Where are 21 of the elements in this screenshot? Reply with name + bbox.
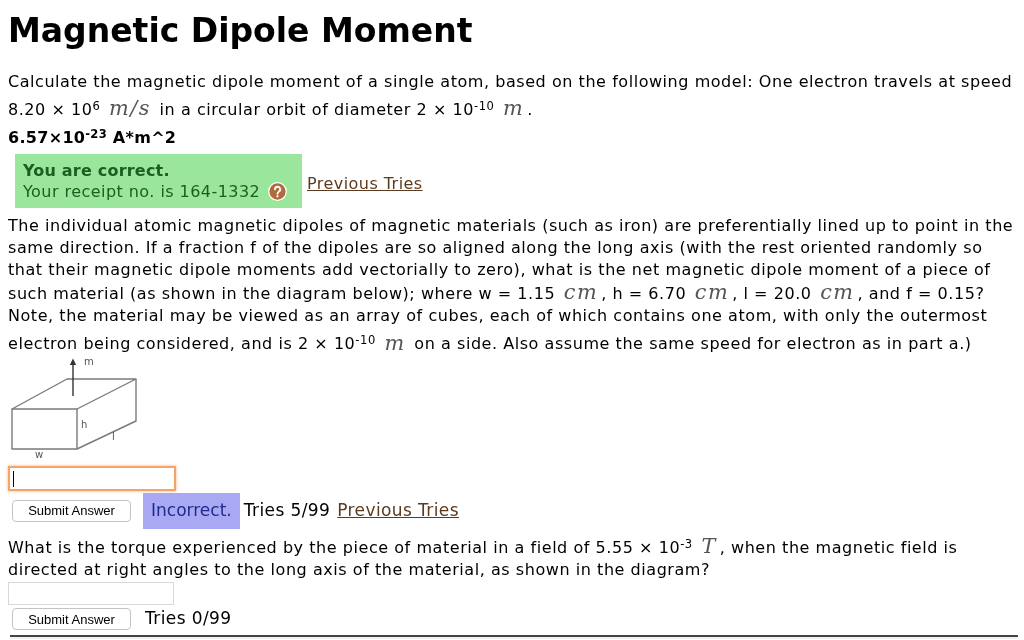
page-title: Magnetic Dipole Moment [8, 14, 474, 47]
question-text: Calculate the magnetic dipole moment of a single atom, based on the following model: One electron travels at speed 8.20 × 10$^{6}$ m/s in a circular orbit of diameter 2 × 10$^{-10}$ m. [8, 71, 1014, 122]
question-text: What is the torque experienced by the piece of material in a field of 5.55 × 10$^{-3}$ T, when the magnetic field is directed at right angles to the long axis of the material, as shown in the diagram? [8, 532, 959, 581]
diagram-label: w [35, 449, 44, 460]
help-icon[interactable] [268, 182, 288, 202]
submit-answer-button[interactable]: Submit Answer [12, 499, 131, 522]
receipt-text: Your receipt no. is 164-1332 [23, 181, 261, 203]
diagram-label: h [81, 419, 88, 430]
previous-tries-link[interactable]: Previous Tries [337, 497, 459, 524]
incorrect-feedback: Incorrect. [143, 492, 240, 529]
question-text: The individual atomic magnetic dipoles of magnetic materials (such as iron) are preferentially lined up to point in the same direction. If a fraction f of the dipoles are so aligned along the long axis (with the rest oriented randomly so that their magnetic dipole moments add vectorially to zero), what is the net magnetic dipole moment of a piece of such material (as shown in the diagram below); where w = 1.15 cm, h = 6.70 cm, l = 20.0 cm, and f = 0.15? Note, the material may be viewed as an array of cubes, each of which contains one atom, with only the outermost electron being considered, and is 2 × 10$^{-10}$ m on a side. Also assume the same speed for electron as in part a.) [8, 215, 1014, 356]
answer-field[interactable] [8, 581, 174, 605]
submitted-answer: 6.57×10$^{-23}$ A*m^2 [8, 126, 177, 150]
submit-answer-button[interactable]: Submit Answer [12, 608, 131, 631]
tries-count: Tries 0/99 [145, 607, 232, 631]
feedback-heading: You are correct. [23, 160, 170, 182]
tries-count: Tries 5/99 [243, 498, 331, 522]
diagram-label: l [112, 431, 115, 442]
answer-field[interactable] [8, 465, 176, 491]
diagram-label: m [84, 356, 94, 367]
previous-tries-link[interactable]: Previous Tries [307, 172, 423, 197]
